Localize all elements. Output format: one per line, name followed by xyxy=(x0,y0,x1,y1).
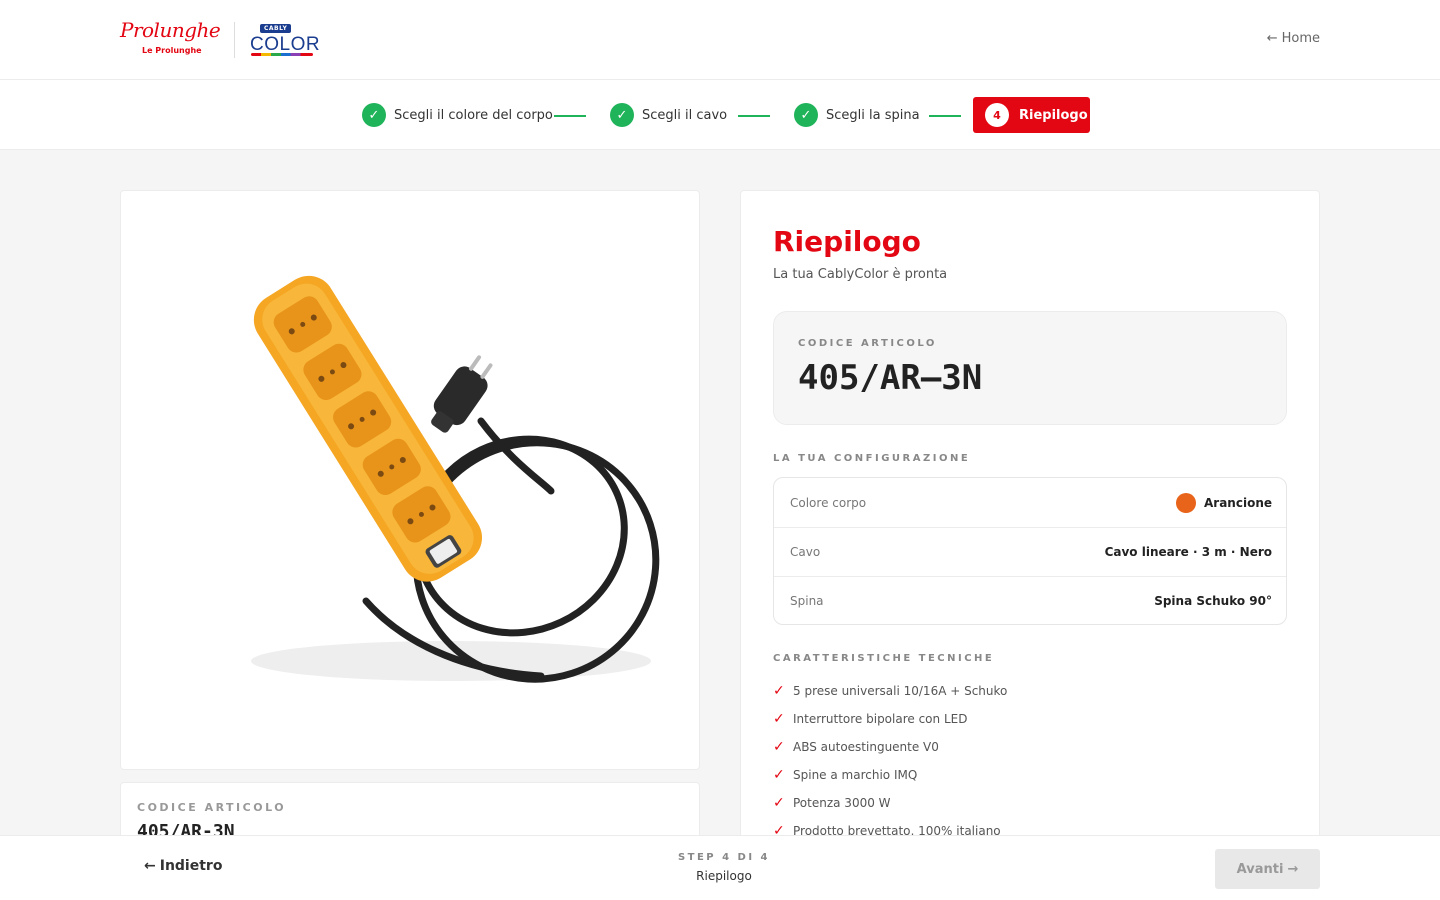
home-link[interactable]: ← Home xyxy=(1267,31,1320,46)
summary-subtitle: La tua CablyColor è pronta xyxy=(773,267,948,282)
config-section-label: LA TUA CONFIGURAZIONE xyxy=(773,453,971,464)
config-value: Cavo lineare · 3 m · Nero xyxy=(1104,545,1272,559)
step-4-active[interactable]: 4 Riepilogo xyxy=(973,97,1090,133)
feature-text: Interruttore bipolare con LED xyxy=(793,712,968,726)
next-button[interactable]: Avanti → xyxy=(1215,849,1320,889)
config-row-plug: Spina Spina Schuko 90° xyxy=(774,576,1286,624)
power-strip-image xyxy=(251,275,660,683)
step-1[interactable]: ✓ Scegli il colore del corpo xyxy=(362,102,553,128)
feature-item: ✓ Interruttore bipolare con LED xyxy=(773,705,1007,733)
feature-item: ✓ ABS autoestinguente V0 xyxy=(773,733,1007,761)
feature-item: ✓ 5 prese universali 10/16A + Schuko xyxy=(773,677,1007,705)
article-code-value: 405/AR–3N xyxy=(798,358,983,398)
step-name: Riepilogo xyxy=(696,869,752,883)
config-value: Arancione xyxy=(1176,492,1272,513)
config-row-cable: Cavo Cavo lineare · 3 m · Nero xyxy=(774,527,1286,576)
prolunghe-logo[interactable]: Prolunghe Le Prolunghe xyxy=(120,18,221,60)
back-label: Indietro xyxy=(159,858,223,874)
check-icon: ✓ xyxy=(773,767,785,783)
config-value-text: Arancione xyxy=(1204,495,1272,510)
step-label: Scegli il colore del corpo xyxy=(394,107,553,123)
summary-panel: Riepilogo La tua CablyColor è pronta COD… xyxy=(740,190,1320,890)
step-3[interactable]: ✓ Scegli la spina xyxy=(794,102,920,128)
config-key: Colore corpo xyxy=(790,495,867,510)
product-image-panel xyxy=(120,190,700,770)
home-label: Home xyxy=(1281,31,1320,46)
arrow-left-icon: ← xyxy=(144,858,156,874)
step-connector xyxy=(929,115,961,117)
arrow-left-icon: ← xyxy=(1266,31,1278,46)
check-icon: ✓ xyxy=(773,711,785,727)
config-table: Colore corpo Arancione Cavo Cavo lineare… xyxy=(773,477,1287,625)
prolunghe-logo-script: Prolunghe xyxy=(120,18,221,42)
left-code-label: CODICE ARTICOLO xyxy=(137,801,287,814)
check-icon: ✓ xyxy=(610,103,634,127)
config-row-color: Colore corpo Arancione xyxy=(774,478,1286,527)
header: Prolunghe Le Prolunghe CABLY COLOR ← Hom… xyxy=(0,0,1440,80)
check-icon: ✓ xyxy=(362,103,386,127)
check-icon: ✓ xyxy=(773,739,785,755)
check-icon: ✓ xyxy=(773,795,785,811)
prolunghe-logo-sub: Le Prolunghe xyxy=(142,46,202,55)
check-icon: ✓ xyxy=(794,103,818,127)
back-button[interactable]: ← Indietro xyxy=(144,858,222,874)
step-indicator: STEP 4 DI 4 Riepilogo xyxy=(620,852,828,883)
features-section-label: CARATTERISTICHE TECNICHE xyxy=(773,653,995,664)
config-key: Cavo xyxy=(790,545,821,559)
step-connector xyxy=(554,115,586,117)
feature-text: ABS autoestinguente V0 xyxy=(793,740,939,754)
arrow-right-icon: → xyxy=(1287,861,1299,877)
features-list: ✓ 5 prese universali 10/16A + Schuko ✓ Int… xyxy=(773,677,1007,845)
article-code-box: CODICE ARTICOLO 405/AR–3N xyxy=(773,311,1287,425)
stepper: ✓ Scegli il colore del corpo ✓ Scegli il… xyxy=(0,80,1440,150)
footer-nav: ← Indietro STEP 4 DI 4 Riepilogo Avanti … xyxy=(0,835,1440,900)
step-label: Scegli il cavo xyxy=(642,107,728,123)
feature-text: 5 prese universali 10/16A + Schuko xyxy=(793,684,1008,698)
logo-divider xyxy=(234,22,235,58)
step-of-label: STEP 4 DI 4 xyxy=(677,852,771,863)
step-label: Riepilogo xyxy=(1019,107,1088,123)
check-icon: ✓ xyxy=(773,683,785,699)
article-code-label: CODICE ARTICOLO xyxy=(798,338,937,349)
feature-item: ✓ Spine a marchio IMQ xyxy=(773,761,1007,789)
step-number: 4 xyxy=(985,103,1009,127)
feature-item: ✓ Potenza 3000 W xyxy=(773,789,1007,817)
config-value: Spina Schuko 90° xyxy=(1154,594,1272,608)
step-2[interactable]: ✓ Scegli il cavo xyxy=(610,102,727,128)
cablycolor-logo: CABLY COLOR xyxy=(250,22,320,58)
step-label: Scegli la spina xyxy=(826,107,920,123)
color-stripe xyxy=(251,53,313,56)
summary-title: Riepilogo xyxy=(773,225,921,258)
step-connector xyxy=(738,115,770,117)
color-swatch xyxy=(1176,492,1196,513)
feature-text: Potenza 3000 W xyxy=(793,796,891,810)
cably-badge: CABLY xyxy=(260,24,292,33)
feature-text: Spine a marchio IMQ xyxy=(793,768,918,782)
next-label: Avanti xyxy=(1236,861,1284,877)
config-key: Spina xyxy=(790,594,824,608)
